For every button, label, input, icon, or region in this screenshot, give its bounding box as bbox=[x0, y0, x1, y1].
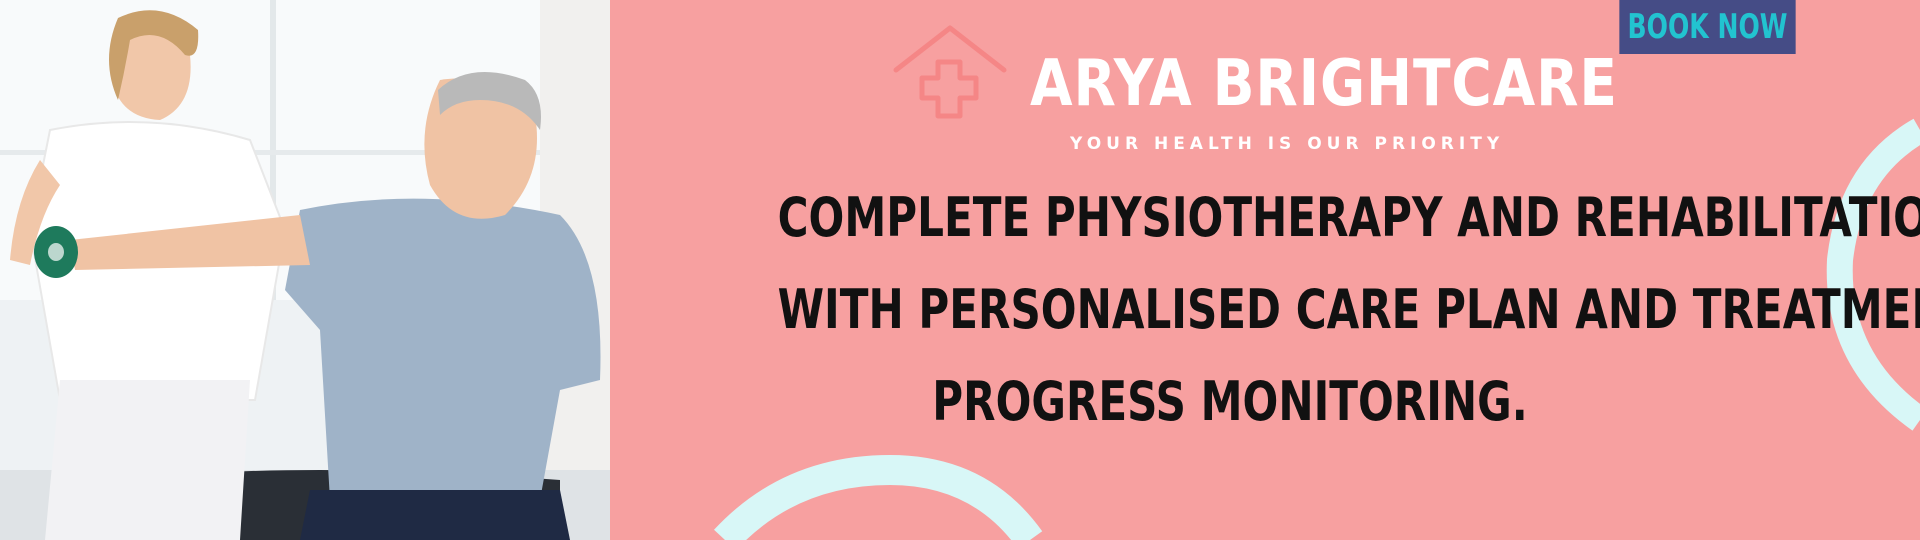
brand-tagline: YOUR HEALTH IS OUR PRIORITY bbox=[1070, 134, 1505, 154]
promo-panel: BOOK NOW ARYA BRIGHTCARE YOUR HEALTH IS … bbox=[610, 0, 1920, 540]
dumbbell-icon bbox=[34, 226, 78, 278]
brand-name: ARYA BRIGHTCARE bbox=[1030, 47, 1618, 121]
headline-line-1: COMPLETE PHYSIOTHERAPY AND REHABILITATIO… bbox=[777, 186, 1920, 249]
book-now-button[interactable]: BOOK NOW bbox=[1619, 0, 1796, 54]
headline: COMPLETE PHYSIOTHERAPY AND REHABILITATIO… bbox=[650, 172, 1920, 448]
headline-line-3: PROGRESS MONITORING. bbox=[932, 370, 1528, 433]
house-with-cross-icon bbox=[893, 25, 1007, 119]
headline-line-2: WITH PERSONALISED CARE PLAN AND TREATMEN… bbox=[777, 278, 1920, 341]
banner: BOOK NOW ARYA BRIGHTCARE YOUR HEALTH IS … bbox=[0, 0, 1920, 540]
therapy-photo bbox=[0, 0, 610, 540]
